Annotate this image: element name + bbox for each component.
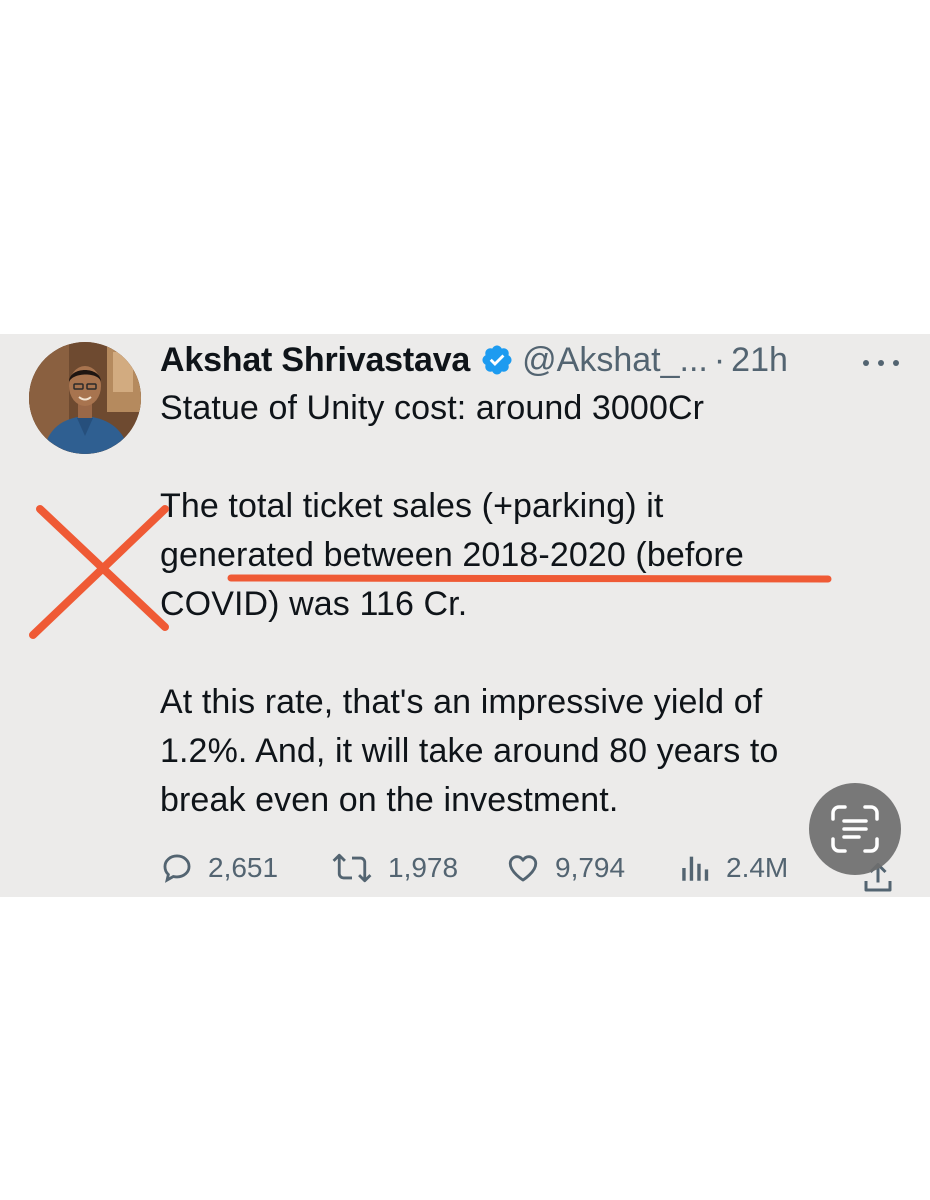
like-button[interactable]: 9,794 bbox=[505, 844, 625, 892]
retweet-count: 1,978 bbox=[388, 852, 459, 883]
tweet-paragraph: Statue of Unity cost: around 3000Cr bbox=[160, 389, 705, 427]
retweet-icon bbox=[332, 853, 372, 883]
author-name[interactable]: Akshat Shrivastava bbox=[160, 341, 470, 380]
reply-icon bbox=[163, 854, 191, 883]
views-count: 2.4M bbox=[726, 852, 789, 883]
avatar[interactable] bbox=[29, 342, 141, 454]
tweet-card[interactable]: Akshat Shrivastava @Akshat_... · 21h Sta… bbox=[0, 334, 930, 897]
like-count: 9,794 bbox=[555, 852, 626, 883]
reply-button[interactable]: 2,651 bbox=[160, 844, 278, 892]
cross-mark-stroke bbox=[29, 505, 169, 639]
views-icon bbox=[682, 856, 709, 881]
cross-mark-stroke bbox=[36, 505, 169, 631]
separator-dot: · bbox=[713, 340, 726, 379]
views-button[interactable]: 2.4M bbox=[678, 844, 788, 892]
tweet-actions: 2,651 1,978 9,794 2.4M bbox=[160, 844, 920, 892]
author-handle[interactable]: @Akshat_... bbox=[522, 341, 708, 380]
tweet-text: Statue of Unity cost: around 3000Cr The … bbox=[160, 384, 880, 825]
reply-count: 2,651 bbox=[208, 852, 279, 883]
scan-text-button[interactable] bbox=[809, 783, 901, 875]
tweet-paragraph: The total ticket sales (+parking) it gen… bbox=[160, 487, 744, 623]
timestamp[interactable]: 21h bbox=[731, 341, 788, 380]
like-icon bbox=[508, 855, 538, 882]
retweet-button[interactable]: 1,978 bbox=[330, 844, 458, 892]
more-options-icon[interactable] bbox=[861, 355, 901, 366]
tweet-paragraph: At this rate, that's an impressive yield… bbox=[160, 683, 779, 819]
verified-badge-icon bbox=[480, 343, 514, 377]
avatar-photo bbox=[29, 342, 141, 454]
tweet-header: Akshat Shrivastava @Akshat_... · 21h bbox=[160, 336, 788, 384]
scan-text-icon bbox=[831, 805, 879, 853]
